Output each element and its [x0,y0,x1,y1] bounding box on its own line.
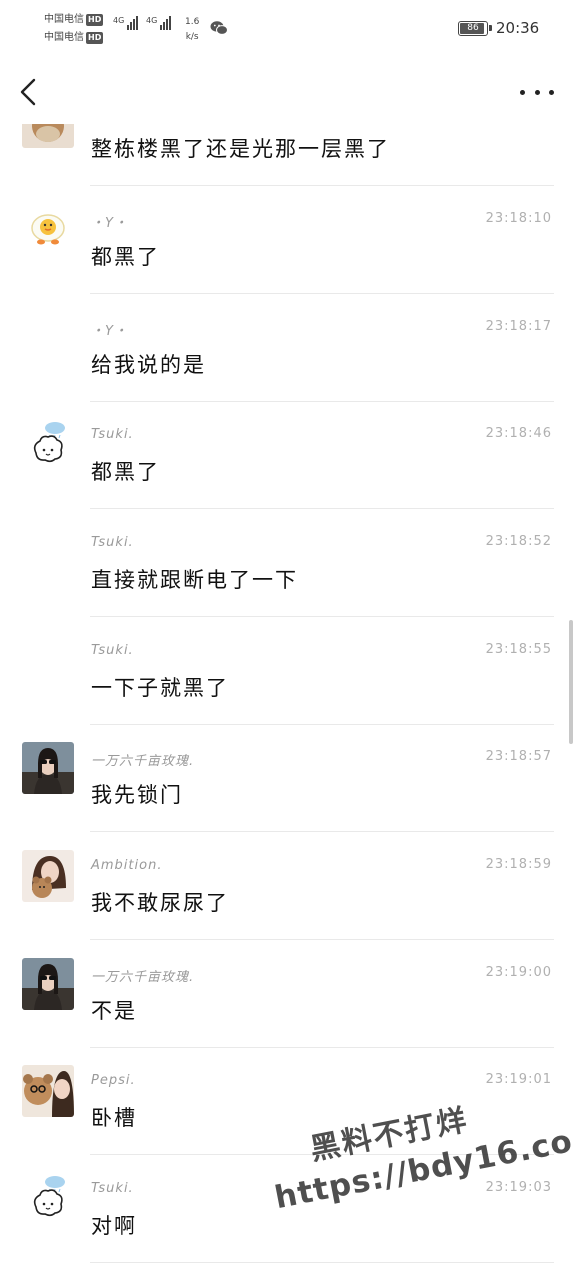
status-bar: 中国电信 HD 中国电信 HD 4G 4G 1.6 k/s 86 20:36 [0,0,576,60]
message-time: 23:18:59 [485,857,552,872]
hd-badge: HD [86,32,104,44]
message-time: 23:18:17 [485,319,552,334]
list-item[interactable]: 整栋楼黑了还是光那一层黑了 [0,124,576,186]
carrier-2-label: 中国电信 [44,32,84,43]
chevron-left-icon[interactable] [14,76,46,108]
message-text: 我不敢尿尿了 [91,891,229,915]
message-time: 23:18:46 [485,426,552,441]
message-time: 23:19:03 [485,1180,552,1195]
message-text: 对啊 [91,1214,137,1238]
signal-icon: 4G [146,16,172,30]
network-speed-value: 1.6 [185,17,200,27]
network-speed: 1.6 k/s [185,15,199,45]
sender-name: Tsuki. [91,427,134,442]
list-item[interactable]: ・Y・ 23:18:10 都黑了 [0,186,576,294]
sender-name: Ambition. [91,858,163,873]
message-text: 整栋楼黑了还是光那一层黑了 [91,137,390,161]
list-item[interactable]: Tsuki. 23:18:52 直接就跟断电了一下 [0,509,576,617]
carrier-1-label: 中国电信 [44,14,84,25]
sender-name: Tsuki. [91,535,134,550]
hd-badge: HD [86,14,104,26]
list-item[interactable]: 一万六千亩玫瑰. 23:19:00 不是 [0,940,576,1048]
message-text: 不是 [91,999,137,1023]
sender-name: ・Y・ [91,324,128,339]
avatar[interactable] [22,850,74,902]
avatar[interactable] [22,204,74,256]
list-item[interactable]: Ambition. 23:18:59 我不敢尿尿了 [0,832,576,940]
message-list[interactable]: 整栋楼黑了还是光那一层黑了 ・Y・ 23:18:10 都黑了 ・Y・ 23:18… [0,124,576,1280]
message-time: 23:18:10 [485,211,552,226]
list-item[interactable]: Pepsi. 23:19:01 卧槽 [0,1047,576,1155]
list-item[interactable]: Tsuki. 23:18:46 都黑了 [0,401,576,509]
message-time: 23:19:00 [485,965,552,980]
sender-name: Pepsi. [91,1073,136,1088]
battery-icon: 86 [458,21,492,36]
sender-name: 一万六千亩玫瑰. [91,754,195,769]
avatar[interactable] [22,419,74,471]
clock: 20:36 [496,19,540,37]
network-speed-unit: k/s [185,32,199,42]
message-text: 直接就跟断电了一下 [91,568,298,592]
scrollbar[interactable] [569,620,573,744]
list-item[interactable]: ・Y・ 23:18:17 给我说的是 [0,294,576,402]
sender-name: Tsuki. [91,643,134,658]
network-type-1: 4G [113,16,125,25]
message-text: 一下子就黑了 [91,676,229,700]
divider [90,1262,554,1263]
message-time: 23:19:01 [485,1072,552,1087]
avatar[interactable] [22,958,74,1010]
signal-icon: 4G [113,16,139,30]
message-text: 都黑了 [91,460,160,484]
avatar[interactable] [22,1065,74,1117]
message-text: 给我说的是 [91,353,206,377]
message-text: 卧槽 [91,1106,137,1130]
avatar[interactable] [22,1173,74,1225]
sender-name: 一万六千亩玫瑰. [91,970,195,985]
avatar[interactable] [22,742,74,794]
message-time: 23:18:57 [485,749,552,764]
list-item[interactable]: Tsuki. 23:18:55 一下子就黑了 [0,617,576,725]
avatar[interactable] [22,124,74,148]
battery-level: 86 [467,23,479,33]
carrier-2: 中国电信 HD [44,32,104,44]
network-type-2: 4G [146,16,158,25]
list-item[interactable]: Tsuki. 23:19:03 对啊 [0,1155,576,1263]
message-time: 23:18:55 [485,642,552,657]
message-text: 都黑了 [91,245,160,269]
wechat-icon [210,21,228,35]
message-time: 23:18:52 [485,534,552,549]
nav-bar [0,60,576,124]
message-text: 我先锁门 [91,783,183,807]
list-item[interactable]: 一万六千亩玫瑰. 23:18:57 我先锁门 [0,724,576,832]
sender-name: ・Y・ [91,216,128,231]
carrier-1: 中国电信 HD [44,14,104,26]
sender-name: Tsuki. [91,1181,134,1196]
more-dots-icon[interactable] [520,82,554,102]
